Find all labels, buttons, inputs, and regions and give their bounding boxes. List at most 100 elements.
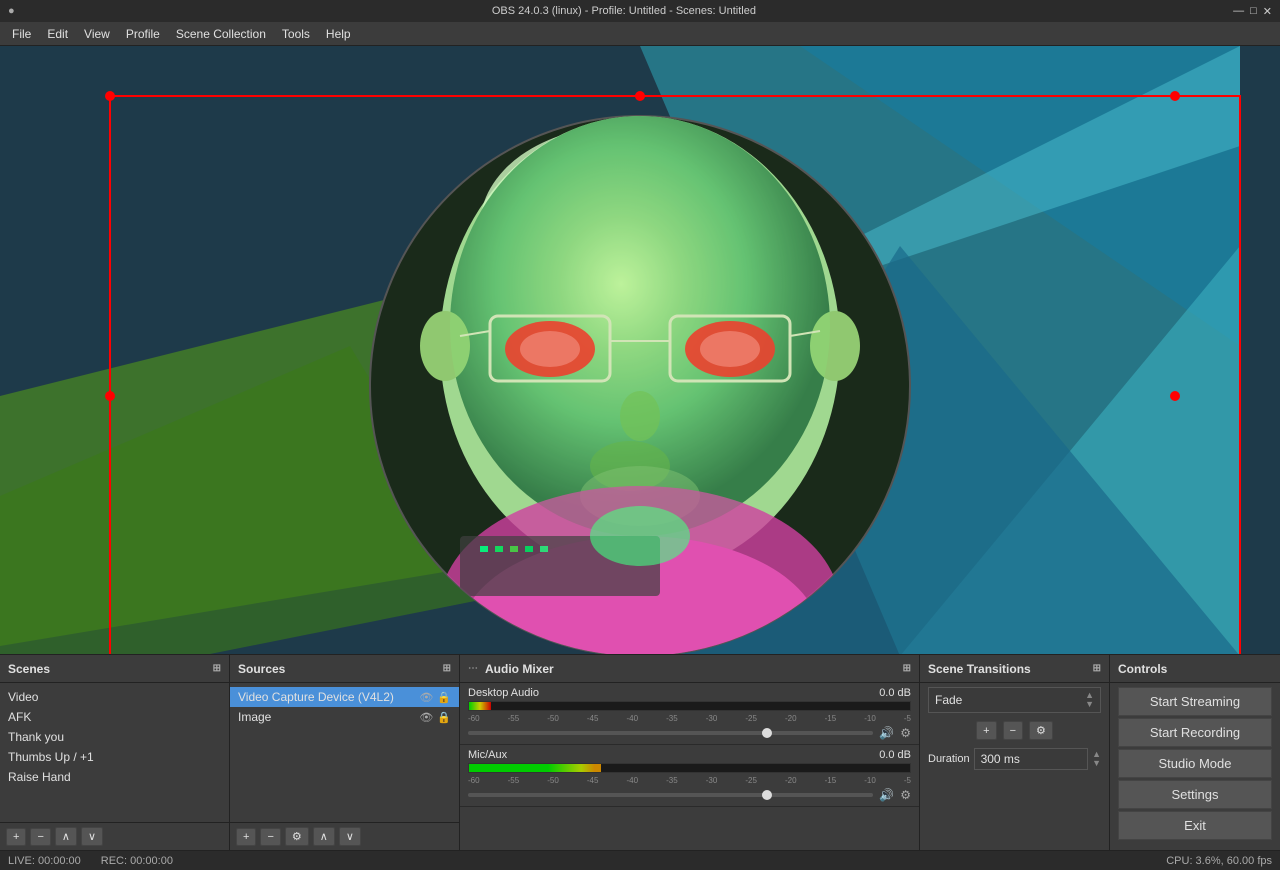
eye-icon2[interactable]: 👁 — [419, 711, 433, 724]
desktop-audio-mute-icon[interactable]: 🔊 — [879, 726, 894, 740]
sources-up-button[interactable]: ∧ — [313, 827, 335, 846]
bottom-panels: Scenes ⊞ Video AFK Thank you Thumbs Up /… — [0, 654, 1280, 850]
eye-icon[interactable]: 👁 — [419, 691, 433, 704]
desktop-audio-db: 0.0 dB — [879, 687, 911, 699]
menu-profile[interactable]: Profile — [118, 25, 168, 43]
transitions-panel-icon[interactable]: ⊞ — [1093, 663, 1101, 674]
lock-icon[interactable]: 🔒 — [437, 691, 451, 704]
settings-button[interactable]: Settings — [1118, 780, 1272, 809]
audio-panel: ⋯ Audio Mixer ⊞ Desktop Audio 0.0 dB -60… — [460, 655, 920, 850]
sources-panel-icon[interactable]: ⊞ — [443, 663, 451, 674]
window-title: OBS 24.0.3 (linux) - Profile: Untitled -… — [15, 5, 1233, 17]
scenes-panel-header: Scenes ⊞ — [0, 655, 229, 683]
scene-item-thankyou[interactable]: Thank you — [0, 727, 229, 747]
lock-icon2[interactable]: 🔒 — [437, 711, 451, 724]
menu-edit[interactable]: Edit — [39, 25, 76, 43]
desktop-audio-controls: 🔊 ⚙ — [468, 726, 911, 740]
live-status: LIVE: 00:00:00 — [8, 855, 81, 867]
menu-help[interactable]: Help — [318, 25, 359, 43]
sources-remove-button[interactable]: − — [260, 828, 280, 846]
rec-status: REC: 00:00:00 — [101, 855, 173, 867]
desktop-audio-slider-thumb — [762, 728, 772, 738]
start-recording-button[interactable]: Start Recording — [1118, 718, 1272, 747]
studio-mode-button[interactable]: Studio Mode — [1118, 749, 1272, 778]
desktop-audio-label: Desktop Audio — [468, 687, 539, 699]
scenes-add-button[interactable]: + — [6, 828, 26, 846]
status-bar: LIVE: 00:00:00 REC: 00:00:00 CPU: 3.6%, … — [0, 850, 1280, 870]
scenes-down-button[interactable]: ∨ — [81, 827, 103, 846]
source-item-image[interactable]: Image 👁 🔒 — [230, 707, 459, 727]
exit-button[interactable]: Exit — [1118, 811, 1272, 840]
duration-label: Duration — [928, 753, 970, 765]
sources-panel-footer: + − ⚙ ∧ ∨ — [230, 822, 459, 850]
transitions-footer: + − ⚙ — [920, 717, 1109, 744]
transitions-remove-button[interactable]: − — [1003, 721, 1023, 740]
transitions-add-button[interactable]: + — [976, 721, 996, 740]
sources-down-button[interactable]: ∨ — [339, 827, 361, 846]
desktop-audio-slider[interactable] — [468, 731, 873, 735]
mic-aux-label: Mic/Aux — [468, 749, 507, 761]
source-item-image-label: Image — [238, 710, 271, 724]
scenes-panel-footer: + − ∧ ∨ — [0, 822, 229, 850]
scene-item-afk[interactable]: AFK — [0, 707, 229, 727]
mic-aux-labels: -60-55-50-45-40-35-30-25-20-15-10-5 — [468, 776, 911, 785]
maximize-button[interactable]: □ — [1250, 5, 1257, 18]
menu-tools[interactable]: Tools — [274, 25, 318, 43]
desktop-audio-vu-meter — [468, 701, 911, 711]
mic-aux-mute-icon[interactable]: 🔊 — [879, 788, 894, 802]
menu-bar: File Edit View Profile Scene Collection … — [0, 22, 1280, 46]
duration-spinner[interactable]: ▲▼ — [1092, 750, 1101, 768]
scenes-panel-title: Scenes — [8, 662, 50, 676]
desktop-audio-vu-fill — [469, 702, 491, 710]
duration-value: 300 ms — [981, 752, 1020, 766]
desktop-audio-labels: -60-55-50-45-40-35-30-25-20-15-10-5 — [468, 714, 911, 723]
duration-value-display: 300 ms — [974, 748, 1089, 770]
menu-file[interactable]: File — [4, 25, 39, 43]
scene-item-thumbsup[interactable]: Thumbs Up / +1 — [0, 747, 229, 767]
sources-panel-header: Sources ⊞ — [230, 655, 459, 683]
transition-selected: Fade — [935, 693, 962, 707]
menu-view[interactable]: View — [76, 25, 118, 43]
scene-item-raisehand[interactable]: Raise Hand — [0, 767, 229, 787]
mic-aux-vu-fill — [469, 764, 601, 772]
mic-aux-slider[interactable] — [468, 793, 873, 797]
sources-settings-button[interactable]: ⚙ — [285, 827, 309, 846]
transitions-settings-button[interactable]: ⚙ — [1029, 721, 1053, 740]
window-icon: ● — [8, 5, 15, 17]
title-bar: ● OBS 24.0.3 (linux) - Profile: Untitled… — [0, 0, 1280, 22]
mic-aux-vu-meter — [468, 763, 911, 773]
scenes-up-button[interactable]: ∧ — [55, 827, 77, 846]
mic-aux-settings-icon[interactable]: ⚙ — [900, 788, 911, 802]
menu-scene-collection[interactable]: Scene Collection — [168, 25, 274, 43]
scene-item-video[interactable]: Video — [0, 687, 229, 707]
transition-spinner[interactable]: ▲▼ — [1085, 691, 1094, 709]
minimize-button[interactable]: — — [1233, 5, 1244, 18]
source-item-v4l2[interactable]: Video Capture Device (V4L2) 👁 🔒 — [230, 687, 459, 707]
start-streaming-button[interactable]: Start Streaming — [1118, 687, 1272, 716]
scenes-remove-button[interactable]: − — [30, 828, 50, 846]
audio-panel-icon[interactable]: ⊞ — [903, 663, 911, 674]
mic-aux-controls: 🔊 ⚙ — [468, 788, 911, 802]
transitions-panel-header: Scene Transitions ⊞ — [920, 655, 1109, 683]
duration-row: Duration 300 ms ▲▼ — [920, 744, 1109, 774]
source-item-v4l2-label: Video Capture Device (V4L2) — [238, 690, 394, 704]
mic-aux-db: 0.0 dB — [879, 749, 911, 761]
source-item-image-icons: 👁 🔒 — [419, 711, 451, 724]
mic-aux-channel: Mic/Aux 0.0 dB -60-55-50-45-40-35-30-25-… — [460, 745, 919, 807]
scenes-panel: Scenes ⊞ Video AFK Thank you Thumbs Up /… — [0, 655, 230, 850]
sources-add-button[interactable]: + — [236, 828, 256, 846]
audio-panel-title: Audio Mixer — [485, 662, 554, 676]
preview-canvas — [0, 46, 1280, 654]
sources-panel: Sources ⊞ Video Capture Device (V4L2) 👁 … — [230, 655, 460, 850]
close-button[interactable]: ✕ — [1263, 5, 1272, 18]
desktop-audio-channel: Desktop Audio 0.0 dB -60-55-50-45-40-35-… — [460, 683, 919, 745]
sources-panel-title: Sources — [238, 662, 285, 676]
desktop-audio-settings-icon[interactable]: ⚙ — [900, 726, 911, 740]
controls-panel-header: Controls — [1110, 655, 1280, 683]
mic-aux-header: Mic/Aux 0.0 dB — [468, 749, 911, 761]
desktop-audio-header: Desktop Audio 0.0 dB — [468, 687, 911, 699]
preview-area — [0, 46, 1280, 654]
mic-aux-slider-thumb — [762, 790, 772, 800]
scenes-panel-icon[interactable]: ⊞ — [213, 663, 221, 674]
transition-dropdown[interactable]: Fade ▲▼ — [928, 687, 1101, 713]
